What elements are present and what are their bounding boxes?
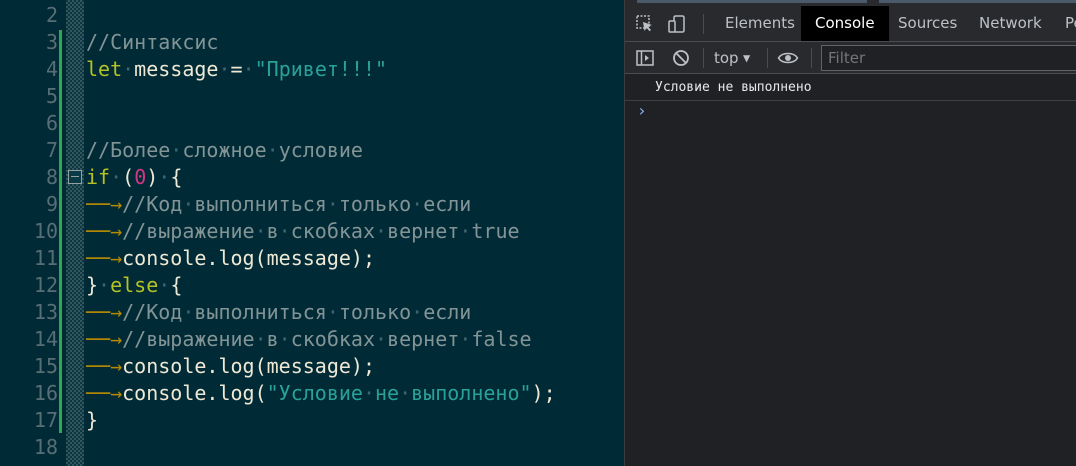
line-number: 9: [45, 192, 58, 216]
paren: ): [146, 165, 159, 189]
tab-arrow-icon: ──→: [86, 327, 123, 351]
eye-icon[interactable]: [777, 48, 799, 68]
line-number: 5: [45, 84, 58, 108]
console-toolbar: top ▼: [625, 42, 1076, 74]
identifier: message: [134, 57, 219, 81]
line-number: 16: [33, 381, 58, 405]
tab-arrow-icon: ──→: [86, 381, 123, 405]
context-selector[interactable]: top: [714, 48, 739, 68]
toolbar-separator: [811, 48, 812, 68]
comment: //выражение·в·скобках·вернет·true: [122, 219, 520, 243]
filter-input[interactable]: [821, 45, 1076, 71]
clear-console-icon[interactable]: [671, 48, 691, 68]
tab-console[interactable]: Console: [801, 6, 889, 41]
toolbar-separator: [703, 14, 704, 34]
string-literal: "Привет!!!": [254, 57, 388, 81]
console-log-message: Условие не выполнено: [655, 80, 812, 95]
browser-tab[interactable]: [637, 0, 867, 3]
sidebar-toggle-icon[interactable]: [635, 48, 655, 68]
comment: //Код·выполниться·только·если: [122, 300, 472, 324]
devtools-tab-bar: Elements Console Sources Network Pe: [625, 6, 1076, 42]
comment: //Синтаксис: [86, 30, 219, 54]
keyword: else: [110, 273, 159, 297]
fold-collapse-icon[interactable]: [68, 170, 82, 184]
line-number: 13: [33, 300, 58, 324]
console-output[interactable]: Условие не выполнено ›: [625, 74, 1076, 466]
tab-network[interactable]: Network: [965, 6, 1056, 41]
console-prompt-icon[interactable]: ›: [637, 101, 647, 121]
inspect-element-icon[interactable]: [635, 14, 655, 34]
tab-sources[interactable]: Sources: [884, 6, 971, 41]
paren: (: [122, 165, 135, 189]
line-number: 11: [33, 246, 58, 270]
dropdown-caret-icon[interactable]: ▼: [743, 48, 750, 68]
keyword: let: [86, 57, 123, 81]
line-number: 18: [33, 435, 58, 459]
tab-elements[interactable]: Elements: [711, 6, 809, 41]
code-line-8: if·(0)·{: [86, 165, 183, 189]
code-editor[interactable]: 2 3 4 5 6 7 8 9 10 11 12 13 14 15 16 17 …: [0, 0, 624, 466]
line-number: 2: [45, 3, 58, 27]
modified-lines-bar: [59, 30, 62, 433]
code-area[interactable]: //Синтаксис let·message·=·"Привет!!!" //…: [86, 0, 624, 466]
browser-tab[interactable]: [879, 0, 1076, 3]
statement: console.log(: [122, 381, 267, 405]
statement-end: );: [531, 381, 556, 405]
statement: console.log(message);: [122, 246, 375, 270]
code-line-16: ──→console.log("Условие·не·выполнено");: [86, 380, 556, 407]
code-line-9: ──→//Код·выполниться·только·если: [86, 191, 471, 218]
code-line-14: ──→//выражение·в·скобках·вернет·false: [86, 326, 532, 353]
toolbar-separator: [767, 48, 768, 68]
number-literal: 0: [134, 165, 147, 189]
tab-arrow-icon: ──→: [86, 300, 123, 324]
line-number: 8: [45, 165, 58, 189]
devtools-panel: Elements Console Sources Network Pe top …: [624, 0, 1076, 466]
code-line-17: }: [86, 407, 98, 434]
line-number: 7: [45, 138, 58, 162]
comment: //Код·выполниться·только·если: [122, 192, 472, 216]
line-number: 6: [45, 111, 58, 135]
statement: console.log(message);: [122, 354, 375, 378]
code-line-15: ──→console.log(message);: [86, 353, 375, 380]
line-number: 14: [33, 327, 58, 351]
code-line-12: }·else·{: [86, 273, 183, 297]
brace: {: [170, 273, 183, 297]
line-number: 15: [33, 354, 58, 378]
line-number: 4: [45, 57, 58, 81]
string-literal: "Условие·не·выполнено": [266, 381, 532, 405]
tab-arrow-icon: ──→: [86, 219, 123, 243]
code-line-10: ──→//выражение·в·скобках·вернет·true: [86, 218, 520, 245]
tab-arrow-icon: ──→: [86, 246, 123, 270]
message-divider: [625, 100, 1076, 101]
tab-arrow-icon: ──→: [86, 354, 123, 378]
line-number: 10: [33, 219, 58, 243]
brace: {: [170, 165, 183, 189]
code-line-11: ──→console.log(message);: [86, 245, 375, 272]
comment: //выражение·в·скобках·вернет·false: [122, 327, 532, 351]
line-number: 3: [45, 30, 58, 54]
code-line-4: let·message·=·"Привет!!!": [86, 57, 388, 81]
comment: //Более·сложное·условие: [86, 138, 363, 162]
device-toolbar-icon[interactable]: [667, 14, 687, 34]
tab-performance[interactable]: Pe: [1051, 6, 1076, 41]
operator: =: [230, 57, 243, 81]
line-number: 12: [33, 273, 58, 297]
tab-arrow-icon: ──→: [86, 192, 123, 216]
code-line-3: //Синтаксис: [86, 29, 218, 56]
brace: }: [86, 273, 99, 297]
brace: }: [86, 408, 99, 432]
keyword: if: [86, 165, 111, 189]
line-number-gutter: 2 3 4 5 6 7 8 9 10 11 12 13 14 15 16 17 …: [0, 0, 66, 466]
toolbar-separator: [703, 48, 704, 68]
code-line-7: //Более·сложное·условие: [86, 137, 363, 164]
fold-margin: [66, 0, 84, 466]
line-number: 17: [33, 408, 58, 432]
code-line-13: ──→//Код·выполниться·только·если: [86, 299, 471, 326]
